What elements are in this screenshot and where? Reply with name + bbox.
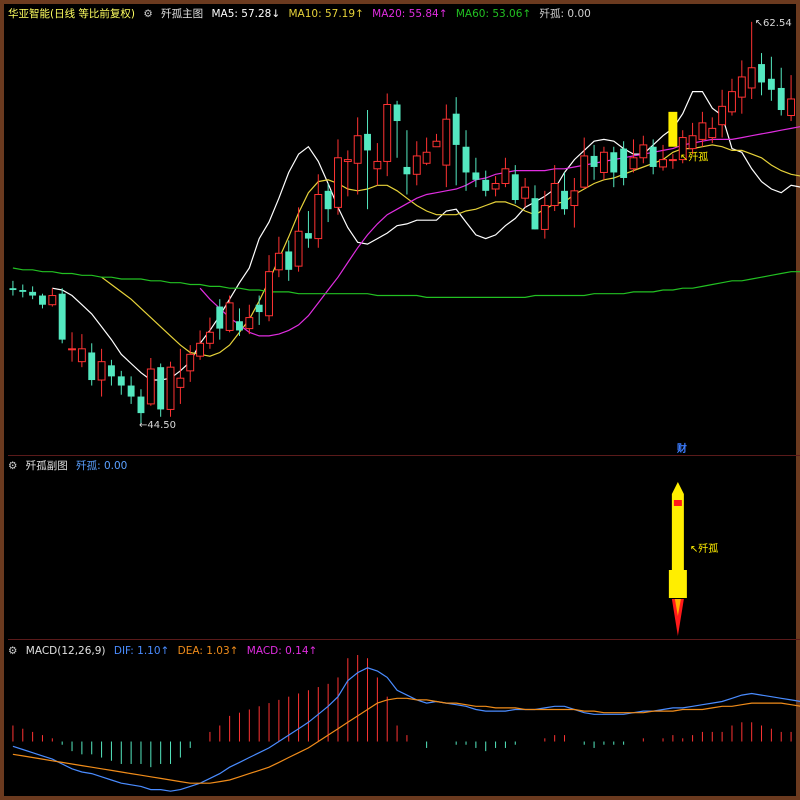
candle-body bbox=[58, 293, 66, 340]
candle-body bbox=[146, 368, 155, 405]
candle-body bbox=[668, 159, 677, 162]
rocket-fins bbox=[668, 570, 687, 598]
candle-body bbox=[570, 190, 579, 207]
candle-body bbox=[166, 366, 175, 410]
candle-body bbox=[511, 174, 519, 201]
candle-body bbox=[343, 159, 352, 162]
candle-body bbox=[314, 194, 323, 240]
candle-body bbox=[452, 113, 460, 145]
signal-label-main: ↖歼孤 bbox=[680, 152, 708, 164]
candle-body bbox=[708, 127, 717, 139]
candle-body bbox=[88, 352, 96, 381]
candle-body bbox=[245, 317, 254, 330]
candle-body bbox=[117, 376, 125, 386]
candle-body bbox=[540, 205, 549, 230]
candle-body bbox=[107, 365, 115, 377]
rocket-window bbox=[673, 500, 682, 506]
candle-body bbox=[432, 140, 441, 148]
candle-body bbox=[48, 295, 57, 306]
candle-body bbox=[412, 155, 421, 175]
candle-body bbox=[501, 168, 510, 184]
candle-body bbox=[787, 98, 796, 117]
candle-body bbox=[698, 122, 707, 140]
candle-body bbox=[274, 252, 283, 271]
candle-body bbox=[186, 353, 195, 372]
ma20-line bbox=[199, 126, 800, 337]
candle-body bbox=[462, 146, 470, 173]
candle-body bbox=[629, 157, 638, 170]
candle-body bbox=[718, 105, 727, 126]
candle-body bbox=[561, 190, 568, 210]
high-label: ↖62.54 bbox=[755, 18, 792, 29]
candle-body bbox=[39, 295, 46, 305]
candle-body bbox=[294, 230, 303, 267]
candle-body bbox=[393, 104, 401, 122]
candle-body bbox=[521, 186, 530, 199]
candle-body bbox=[334, 157, 342, 208]
candle-body bbox=[29, 291, 37, 296]
candle-body bbox=[225, 302, 234, 331]
candle-body bbox=[285, 251, 293, 270]
candle-body bbox=[157, 367, 165, 410]
finance-marker: 财 bbox=[676, 442, 687, 455]
candle-body bbox=[97, 361, 106, 381]
candle-body bbox=[205, 331, 214, 344]
candle-body bbox=[324, 190, 332, 210]
candle-body bbox=[639, 144, 648, 159]
candle-body bbox=[580, 155, 589, 188]
candle-body bbox=[127, 385, 135, 397]
candle-body bbox=[767, 78, 775, 90]
candle-body bbox=[77, 348, 86, 363]
candle-body bbox=[758, 64, 765, 83]
candle-body bbox=[422, 151, 431, 164]
candle-body bbox=[737, 76, 746, 98]
candle-body bbox=[620, 148, 628, 178]
rocket-nose bbox=[671, 482, 684, 494]
candle-body bbox=[531, 198, 539, 230]
candle-body bbox=[649, 146, 657, 167]
candle-body bbox=[216, 306, 224, 329]
candle-body bbox=[265, 271, 273, 317]
candle-body bbox=[353, 135, 362, 164]
candle-body bbox=[19, 290, 27, 292]
candle-body bbox=[68, 348, 76, 351]
signal-label-sub: ↖歼孤 bbox=[690, 543, 718, 555]
chart-canvas[interactable]: ↖62.54←44.50↖歼孤财↖歼孤 bbox=[0, 0, 800, 800]
ma60-line bbox=[12, 267, 800, 298]
candle-body bbox=[728, 91, 736, 113]
candle-body bbox=[373, 160, 382, 170]
candle-body bbox=[610, 152, 618, 173]
candle-body bbox=[176, 377, 185, 388]
candle-body bbox=[550, 182, 559, 207]
signal-bar bbox=[668, 111, 678, 147]
candle-body bbox=[236, 321, 243, 331]
candle-body bbox=[196, 342, 205, 357]
candle-body bbox=[9, 288, 17, 291]
low-label: ←44.50 bbox=[139, 420, 176, 431]
candle-body bbox=[442, 118, 451, 166]
candle-body bbox=[364, 133, 371, 151]
candle-body bbox=[403, 166, 411, 175]
candle-body bbox=[590, 155, 598, 167]
candle-body bbox=[777, 87, 785, 111]
candle-body bbox=[137, 396, 145, 414]
candle-body bbox=[482, 179, 490, 191]
candle-body bbox=[491, 182, 500, 190]
candle-body bbox=[304, 233, 312, 239]
candle-body bbox=[255, 304, 263, 313]
candle-body bbox=[383, 103, 392, 162]
candle-body bbox=[472, 172, 480, 180]
dif-line bbox=[12, 667, 800, 792]
candle-body bbox=[688, 135, 697, 150]
ma10-line bbox=[101, 144, 800, 357]
ma5-line bbox=[52, 91, 800, 381]
candle-body bbox=[659, 159, 667, 168]
candle-body bbox=[747, 67, 756, 89]
candle-body bbox=[599, 151, 608, 173]
